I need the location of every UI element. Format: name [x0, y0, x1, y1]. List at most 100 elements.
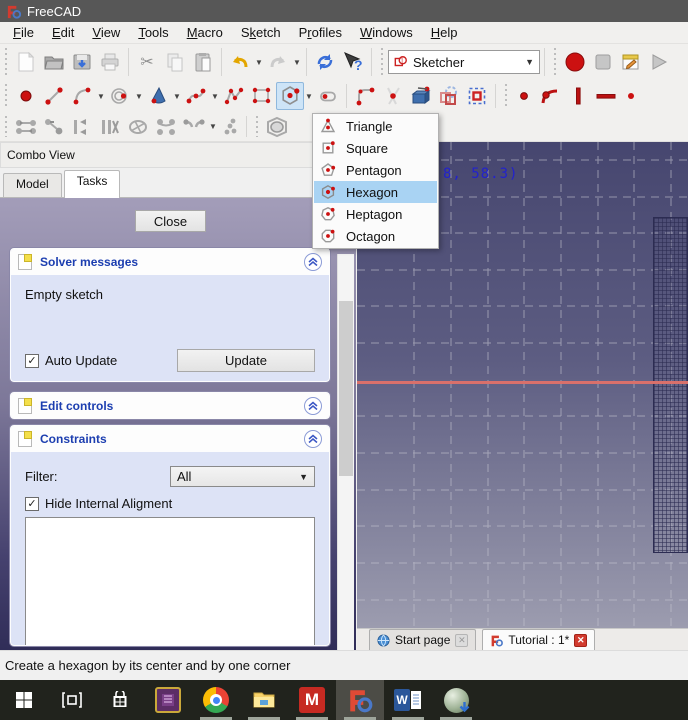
arc-dropdown-arrow[interactable]: ▼ [96, 92, 106, 101]
polygon-dropdown-arrow[interactable]: ▼ [304, 92, 314, 101]
collapse-button[interactable] [304, 253, 322, 271]
auto-update-checkbox[interactable]: ✓ [25, 353, 39, 368]
create-rectangle-button[interactable] [248, 82, 276, 110]
edit-controls-header[interactable]: Edit controls [11, 393, 329, 418]
redo-button[interactable] [264, 48, 292, 76]
constraint-parallel-button[interactable] [620, 84, 644, 108]
paste-button[interactable] [189, 48, 217, 76]
join-curves-button[interactable] [180, 113, 208, 141]
circle-dropdown-arrow[interactable]: ▼ [134, 92, 144, 101]
create-circle-button[interactable] [106, 82, 134, 110]
constraints-list[interactable] [25, 517, 315, 645]
carbon-copy-button[interactable] [435, 82, 463, 110]
filter-dropdown[interactable]: All ▼ [170, 466, 315, 487]
menu-profiles[interactable]: Profiles [290, 23, 351, 42]
app-purple-button[interactable] [144, 680, 192, 720]
store-button[interactable] [96, 680, 144, 720]
conic-dropdown-arrow[interactable]: ▼ [172, 92, 182, 101]
undo-button[interactable] [226, 48, 254, 76]
create-slot-button[interactable] [314, 82, 342, 110]
file-explorer-button[interactable] [240, 680, 288, 720]
open-file-button[interactable] [40, 48, 68, 76]
constraint-horizontal-button[interactable] [592, 82, 620, 110]
toolbar-grip[interactable] [2, 84, 10, 108]
create-polyline-button[interactable] [220, 82, 248, 110]
macro-stop-button[interactable] [589, 48, 617, 76]
tasks-scrollbar[interactable]: ⌄ [337, 254, 354, 650]
constraint-vertical-button[interactable] [564, 82, 592, 110]
refresh-button[interactable] [311, 48, 339, 76]
toolbar-grip[interactable] [253, 116, 261, 137]
freecad-taskbar-button[interactable] [336, 680, 384, 720]
macro-record-button[interactable] [561, 48, 589, 76]
toggle-construction-button[interactable] [463, 82, 491, 110]
collapse-button[interactable] [304, 430, 322, 448]
create-arc-button[interactable] [68, 82, 96, 110]
whats-this-button[interactable]: ? [339, 48, 367, 76]
toolbar-grip[interactable] [378, 48, 386, 76]
close-tab-icon[interactable]: ✕ [574, 633, 588, 647]
bspline-tools-dropdown-arrow[interactable]: ▼ [208, 122, 218, 131]
save-button[interactable] [68, 48, 96, 76]
workbench-selector[interactable]: Sketcher ▼ [388, 50, 540, 74]
scrollbar-thumb[interactable] [339, 301, 353, 476]
tab-model[interactable]: Model [3, 173, 62, 197]
update-button[interactable]: Update [177, 349, 315, 372]
hide-internal-alignment-checkbox[interactable]: ✓ [25, 496, 39, 511]
bspline-polygon-button[interactable] [40, 113, 68, 141]
collapse-button[interactable] [304, 397, 322, 415]
menu-item-square[interactable]: Square [314, 137, 437, 159]
insert-knot-button[interactable] [152, 113, 180, 141]
start-button[interactable] [0, 680, 48, 720]
installer-sphere-button[interactable] [432, 680, 480, 720]
menu-macro[interactable]: Macro [178, 23, 232, 42]
app-m-button[interactable]: M [288, 680, 336, 720]
tab-start-page[interactable]: Start page ✕ [369, 629, 477, 650]
menu-edit[interactable]: Edit [43, 23, 83, 42]
menu-file[interactable]: File [4, 23, 43, 42]
menu-view[interactable]: View [83, 23, 129, 42]
macro-execute-button[interactable] [645, 48, 673, 76]
bspline-poles-button[interactable] [218, 115, 242, 139]
menu-item-hexagon[interactable]: Hexagon [314, 181, 437, 203]
macro-edit-button[interactable] [617, 48, 645, 76]
menu-sketch[interactable]: Sketch [232, 23, 290, 42]
chrome-button[interactable] [192, 680, 240, 720]
bspline-comb-button[interactable] [68, 113, 96, 141]
tab-tutorial[interactable]: Tutorial : 1* ✕ [482, 629, 596, 650]
menu-item-octagon[interactable]: Octagon [314, 225, 437, 247]
new-file-button[interactable] [12, 48, 40, 76]
constraints-header[interactable]: Constraints [11, 426, 329, 452]
close-button[interactable]: Close [135, 210, 206, 232]
menu-item-heptagon[interactable]: Heptagon [314, 203, 437, 225]
solver-messages-header[interactable]: Solver messages [11, 249, 329, 275]
toolbar-grip[interactable] [502, 84, 510, 108]
tab-tasks[interactable]: Tasks [63, 170, 121, 198]
bspline-pole-weight-button[interactable] [124, 113, 152, 141]
menu-windows[interactable]: Windows [351, 23, 422, 42]
create-line-button[interactable] [40, 82, 68, 110]
menu-item-pentagon[interactable]: Pentagon [314, 159, 437, 181]
bspline-degree-button[interactable] [12, 113, 40, 141]
internal-geometry-button[interactable] [263, 113, 291, 141]
create-conic-button[interactable] [144, 82, 172, 110]
toolbar-grip[interactable] [2, 48, 10, 76]
close-tab-icon[interactable]: ✕ [455, 633, 469, 647]
create-polygon-button[interactable] [276, 82, 304, 110]
create-bspline-button[interactable] [182, 82, 210, 110]
external-geometry-button[interactable] [407, 82, 435, 110]
menu-help[interactable]: Help [422, 23, 467, 42]
constraint-point-on-object-button[interactable] [536, 82, 564, 110]
undo-dropdown-arrow[interactable]: ▼ [254, 58, 264, 67]
menu-tools[interactable]: Tools [129, 23, 177, 42]
print-button[interactable] [96, 48, 124, 76]
trim-edge-button[interactable] [379, 82, 407, 110]
fillet-button[interactable] [351, 82, 379, 110]
cut-button[interactable]: ✂ [133, 48, 161, 76]
redo-dropdown-arrow[interactable]: ▼ [292, 58, 302, 67]
menu-item-triangle[interactable]: Triangle [314, 115, 437, 137]
create-point-button[interactable] [12, 82, 40, 110]
copy-button[interactable] [161, 48, 189, 76]
toolbar-grip[interactable] [2, 116, 10, 137]
bspline-dropdown-arrow[interactable]: ▼ [210, 92, 220, 101]
